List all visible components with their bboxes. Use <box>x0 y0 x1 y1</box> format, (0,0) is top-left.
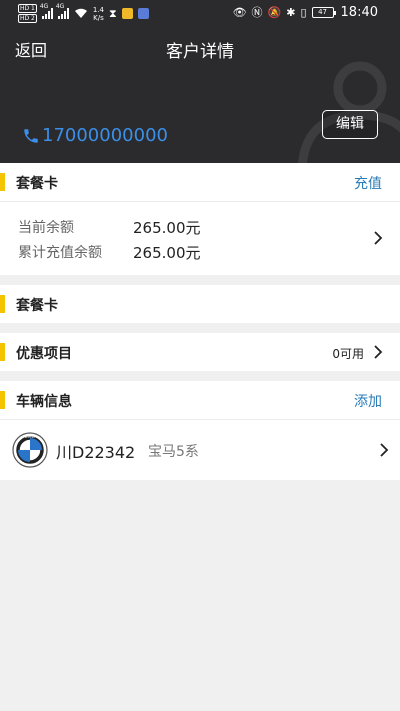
discount-header: 优惠项目 0可用 <box>0 333 400 371</box>
package-card: 套餐卡 充值 当前余额 265.00元 累计充值余额 265.00元 <box>0 163 400 275</box>
notification-app2-icon <box>137 8 149 19</box>
section-marker <box>0 173 5 191</box>
recharge-balance-row: 累计充值余额 265.00元 <box>0 242 400 266</box>
balance-value: 265.00元 <box>133 219 201 237</box>
logo-text: BMW <box>25 434 35 439</box>
hd-badges: HD 1 HD 2 <box>18 4 37 23</box>
vehicle-list-item[interactable]: BMW 川D22342 宝马5系 <box>0 420 400 480</box>
discount-row[interactable]: 优惠项目 0可用 <box>0 333 400 371</box>
vehicle-card: 车辆信息 添加 BMW 川D22342 宝马5系 <box>0 381 400 480</box>
section-marker <box>0 391 5 409</box>
recharge-button[interactable]: 充值 <box>354 173 382 193</box>
chevron-right-icon <box>374 345 383 359</box>
plate-number: 川D22342 <box>56 443 136 462</box>
discount-title: 优惠项目 <box>16 346 72 362</box>
wifi-icon <box>74 8 87 18</box>
balance-label: 当前余额 <box>18 220 74 236</box>
speed-unit: K/s <box>93 13 104 22</box>
phone-number: 17000000000 <box>42 125 168 146</box>
status-right: 👁 Ⓝ 🔕 ✱ ▯ 47 18:40 <box>233 5 378 20</box>
eye-icon: 👁 <box>232 5 247 19</box>
signal-1-icon: 4G <box>40 3 53 19</box>
net1-label: 4G <box>39 3 49 10</box>
vehicle-header: 车辆信息 添加 <box>0 381 400 419</box>
mute-icon: 🔕 <box>267 5 282 19</box>
discount-available-count: 0可用 <box>332 347 364 361</box>
notification-app-icon <box>121 8 133 19</box>
header: HD 1 HD 2 4G 4G 1.4 K/s ⧗ 👁 Ⓝ 🔕 ✱ ▯ 47 1… <box>0 0 400 163</box>
hd1-badge: HD 1 <box>18 4 37 13</box>
package-card-2-title: 套餐卡 <box>16 298 58 314</box>
edit-button[interactable]: 编辑 <box>322 110 378 139</box>
signal-2-icon: 4G <box>56 3 69 19</box>
chevron-right-icon <box>374 231 383 245</box>
recharge-balance-label: 累计充值余额 <box>18 245 102 261</box>
clock: 18:40 <box>340 5 378 20</box>
add-vehicle-button[interactable]: 添加 <box>354 391 382 411</box>
balance-row-group[interactable]: 当前余额 265.00元 累计充值余额 265.00元 <box>0 202 400 275</box>
phone-icon <box>24 128 38 143</box>
phone-link[interactable]: 17000000000 <box>22 125 168 146</box>
status-bar: HD 1 HD 2 4G 4G 1.4 K/s ⧗ 👁 Ⓝ 🔕 ✱ ▯ 47 1… <box>0 0 400 28</box>
net2-label: 4G <box>55 3 65 10</box>
hourglass-icon: ⧗ <box>109 6 117 20</box>
bmw-logo-icon: BMW <box>12 432 48 468</box>
vibrate-icon: ▯ <box>300 5 307 19</box>
battery-icon: 47 <box>311 7 336 18</box>
package-card-2-header: 套餐卡 <box>0 285 400 323</box>
package-card-header: 套餐卡 充值 <box>0 163 400 201</box>
balance-row: 当前余额 265.00元 <box>0 217 400 241</box>
speed-value: 1.4 <box>92 5 104 14</box>
bluetooth-icon: ✱ <box>286 5 296 19</box>
recharge-balance-value: 265.00元 <box>133 244 201 262</box>
hd2-badge: HD 2 <box>18 14 37 23</box>
nfc-icon: Ⓝ <box>251 5 263 19</box>
vehicle-title: 车辆信息 <box>16 394 72 410</box>
section-marker <box>0 295 5 313</box>
status-left: HD 1 HD 2 4G 4G 1.4 K/s ⧗ <box>18 3 149 23</box>
package-card-2[interactable]: 套餐卡 <box>0 285 400 323</box>
vehicle-model: 宝马5系 <box>148 444 199 460</box>
chevron-right-icon <box>380 443 389 457</box>
net-speed: 1.4 K/s <box>93 6 104 22</box>
section-marker <box>0 343 5 361</box>
package-card-title: 套餐卡 <box>16 176 58 192</box>
page-title: 客户详情 <box>166 42 234 62</box>
